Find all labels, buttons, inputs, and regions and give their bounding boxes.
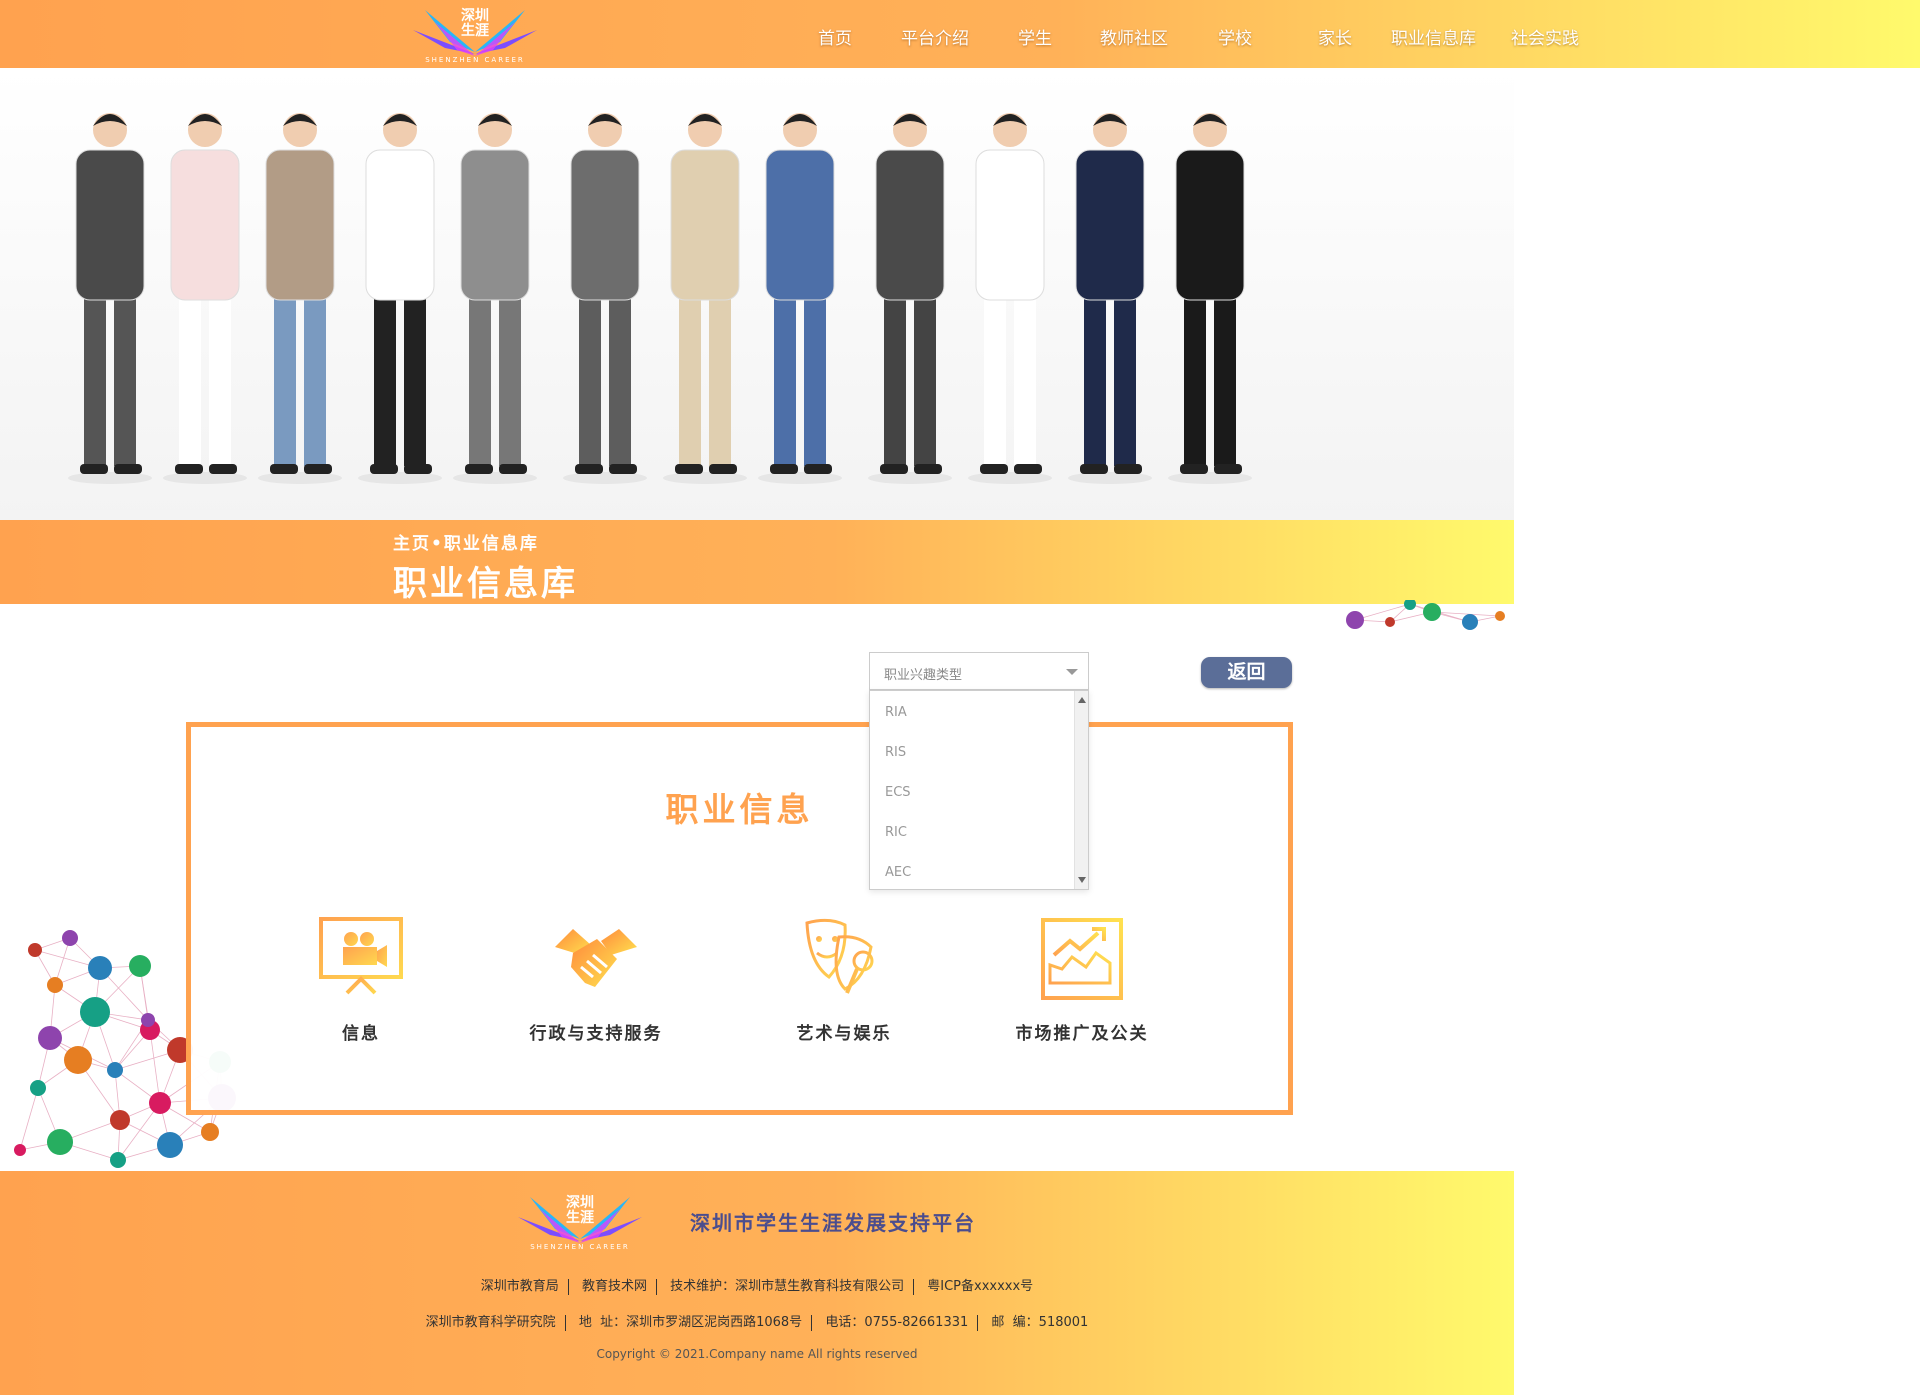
footer-postcode: 邮 编：518001 xyxy=(991,1315,1089,1330)
footer-copyright: Copyright © 2021.Company name All rights… xyxy=(596,1347,918,1361)
svg-text:生涯: 生涯 xyxy=(461,22,489,39)
category-marketing-pr[interactable]: 市场推广及公关 xyxy=(1002,917,1162,1044)
back-button[interactable]: 返回 xyxy=(1201,657,1292,688)
chevron-down-icon xyxy=(1066,669,1078,675)
breadcrumb[interactable]: 主页•职业信息库 xyxy=(393,529,539,554)
career-interest-type-select[interactable]: 职业兴趣类型 xyxy=(869,652,1089,690)
footer-tech-maintenance: 技术维护：深圳市慧生教育科技有限公司 xyxy=(670,1279,905,1294)
select-placeholder: 职业兴趣类型 xyxy=(884,668,963,683)
shenzhen-career-logo[interactable]: 深圳 生涯 SHENZHEN CAREER xyxy=(405,2,545,64)
top-navigation-bar: 深圳 生涯 SHENZHEN CAREER 首页 平台介绍 学生 教师社区 学校… xyxy=(0,0,1920,68)
svg-text:SHENZHEN CAREER: SHENZHEN CAREER xyxy=(530,1243,630,1251)
scroll-down-arrow-icon[interactable] xyxy=(1078,877,1086,883)
footer-address: 地 址：深圳市罗湖区泥岗西路1068号 xyxy=(578,1315,803,1330)
category-arts-entertainment[interactable]: 艺术与娱乐 xyxy=(769,917,919,1044)
footer-icp-number[interactable]: 粤ICP备xxxxxx号 xyxy=(927,1279,1033,1294)
nav-student[interactable]: 学生 xyxy=(1018,24,1052,49)
svg-text:深圳: 深圳 xyxy=(461,7,489,24)
category-information[interactable]: 信息 xyxy=(301,917,421,1044)
footer-platform-title: 深圳市学生生涯发展支持平台 xyxy=(690,1211,976,1235)
category-label: 行政与支持服务 xyxy=(529,1024,663,1044)
hero-professionals-image xyxy=(0,68,1514,520)
footer-shenzhen-career-logo[interactable]: 深圳 生涯 SHENZHEN CAREER xyxy=(510,1189,650,1251)
nav-social-practice[interactable]: 社会实践 xyxy=(1511,24,1579,49)
site-footer: 深圳 生涯 SHENZHEN CAREER 深圳市学生生涯发展支持平台 深圳市教… xyxy=(0,1171,1514,1395)
decorative-network-graphic-right xyxy=(1346,600,1505,630)
footer-link-edu-tech-network[interactable]: 教育技术网 xyxy=(582,1279,647,1294)
svg-text:生涯: 生涯 xyxy=(566,1209,594,1226)
svg-text:SHENZHEN CAREER: SHENZHEN CAREER xyxy=(425,56,525,64)
nav-teacher-community[interactable]: 教师社区 xyxy=(1100,24,1168,49)
dropdown-option-aec[interactable]: AEC xyxy=(885,865,911,880)
nav-platform-intro[interactable]: 平台介绍 xyxy=(901,24,969,49)
footer-links-row: 深圳市教育局 教育技术网 技术维护：深圳市慧生教育科技有限公司 粤ICP备xxx… xyxy=(0,1275,1514,1295)
nav-school[interactable]: 学校 xyxy=(1218,24,1252,49)
handshake-icon xyxy=(555,929,637,987)
page-title: 职业信息库 xyxy=(393,564,578,604)
footer-contact-row: 深圳市教育科学研究院 地 址：深圳市罗湖区泥岗西路1068号 电话：0755-8… xyxy=(0,1311,1514,1331)
svg-text:深圳: 深圳 xyxy=(566,1194,594,1211)
dropdown-scrollbar[interactable] xyxy=(1074,691,1088,889)
nav-parent[interactable]: 家长 xyxy=(1318,24,1352,49)
page-banner: 主页•职业信息库 职业信息库 xyxy=(0,520,1514,604)
film-projector-monitor-icon xyxy=(319,917,403,997)
scroll-up-arrow-icon[interactable] xyxy=(1078,697,1086,703)
category-label: 艺术与娱乐 xyxy=(796,1024,892,1044)
panel-title: 职业信息 xyxy=(665,790,814,829)
growth-chart-icon xyxy=(1041,918,1123,1000)
interest-type-dropdown-list[interactable]: RIA RIS ECS RIC AEC xyxy=(869,690,1089,890)
category-label: 信息 xyxy=(342,1024,380,1044)
dropdown-option-ris[interactable]: RIS xyxy=(885,745,906,760)
footer-research-institute: 深圳市教育科学研究院 xyxy=(425,1315,556,1330)
nav-home[interactable]: 首页 xyxy=(818,24,852,49)
dropdown-option-ria[interactable]: RIA xyxy=(885,705,907,720)
category-label: 市场推广及公关 xyxy=(1015,1024,1149,1044)
category-administrative-support[interactable]: 行政与支持服务 xyxy=(511,917,681,1044)
theater-masks-microphone-icon xyxy=(805,918,874,994)
footer-link-education-bureau[interactable]: 深圳市教育局 xyxy=(481,1279,559,1294)
career-info-panel: 职业信息 信息 行政与支持服务 艺术与娱乐 市场推广及公关 xyxy=(186,722,1293,1115)
dropdown-option-ric[interactable]: RIC xyxy=(885,825,907,840)
dropdown-option-ecs[interactable]: ECS xyxy=(885,785,911,800)
nav-career-database[interactable]: 职业信息库 xyxy=(1391,24,1476,49)
footer-phone: 电话：0755-82661331 xyxy=(825,1315,969,1330)
